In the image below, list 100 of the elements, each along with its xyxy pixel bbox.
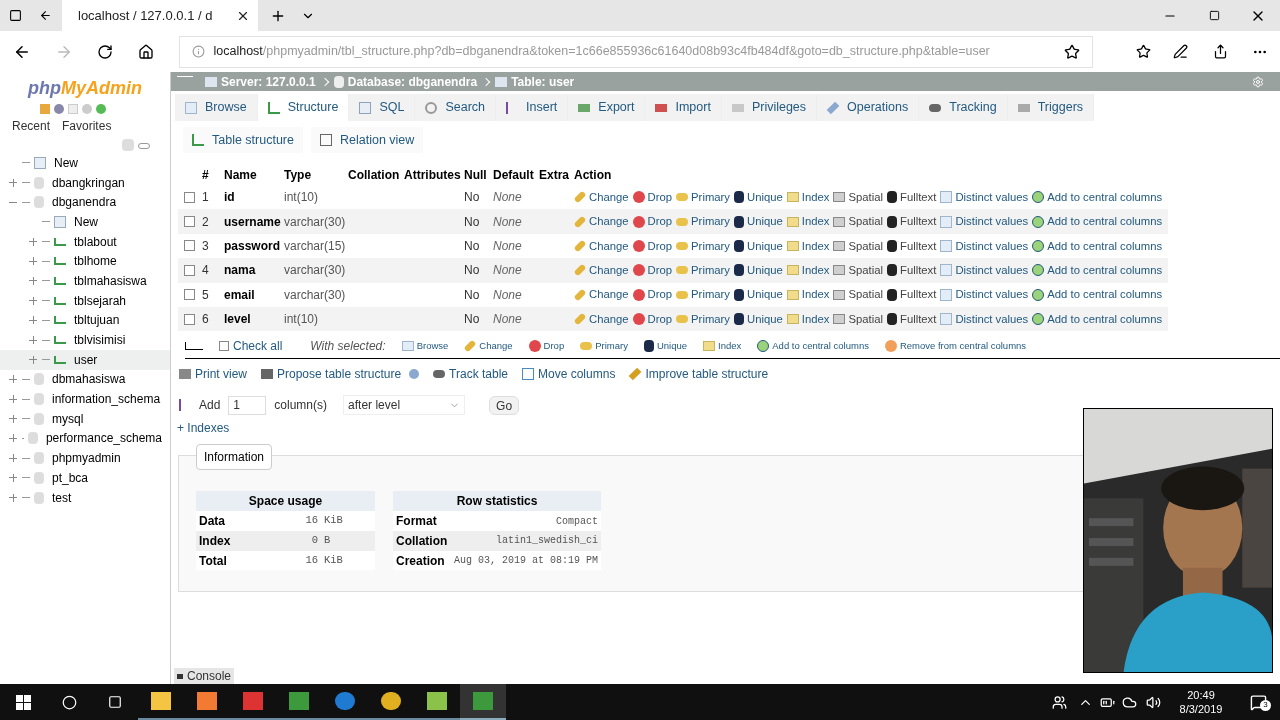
action-link[interactable]: Change (574, 188, 629, 206)
action-link[interactable]: Fulltext (887, 261, 937, 279)
tree-item[interactable]: pt_bca (0, 468, 170, 488)
tree-item[interactable]: test (0, 487, 170, 508)
expand-icon[interactable] (8, 394, 18, 405)
action-link[interactable]: Change (574, 286, 629, 304)
tree-item[interactable]: performance_schema (0, 428, 170, 449)
bulk-action-button[interactable]: Change (464, 338, 513, 353)
column-header[interactable]: Default (493, 166, 534, 184)
action-link[interactable]: Drop (632, 188, 673, 206)
action-link[interactable]: Primary (676, 213, 730, 231)
action-link[interactable]: Spatial (833, 213, 883, 231)
action-link[interactable]: Add to central columns (1032, 310, 1163, 328)
action-link[interactable]: Fulltext (887, 310, 937, 328)
action-link[interactable]: Index (786, 188, 830, 206)
action-link[interactable]: Unique (734, 237, 783, 255)
expand-icon[interactable] (28, 275, 38, 286)
action-link[interactable]: Primary (676, 310, 730, 328)
action-link[interactable]: Index (786, 237, 830, 255)
expand-icon[interactable] (28, 354, 38, 365)
tree-item[interactable]: tblhome (0, 251, 170, 272)
tree-item[interactable]: tblmahasiswa (0, 271, 170, 291)
browser-tab[interactable]: localhost / 127.0.0.1 / d (62, 0, 258, 31)
subtab[interactable]: Table structure (183, 127, 303, 153)
expand-icon[interactable] (28, 295, 38, 306)
action-link[interactable]: Unique (734, 213, 783, 231)
row-checkbox[interactable] (184, 191, 195, 203)
action-link[interactable]: Fulltext (887, 237, 937, 255)
row-checkbox[interactable] (184, 240, 195, 252)
address-field[interactable]: localhost/phpmyadmin/tbl_structure.php?db=dbganendra&token=1c66e855936c61640d08b93c4fb484df&goto=db_structure.php&table=user (179, 35, 1093, 68)
action-link[interactable]: Change (574, 237, 629, 255)
action-link[interactable]: Spatial (833, 188, 883, 206)
check-all-checkbox[interactable] (219, 340, 229, 351)
action-link[interactable]: Change (574, 310, 629, 328)
tree-item[interactable]: tblvisimisi (0, 330, 170, 350)
tab[interactable]: Privileges (721, 94, 818, 121)
expand-icon[interactable] (8, 413, 18, 424)
bulk-action-button[interactable]: Add to central columns (757, 338, 869, 353)
subtab[interactable]: Relation view (311, 127, 424, 153)
expand-icon[interactable] (8, 433, 18, 444)
action-link[interactable]: Drop (632, 286, 673, 304)
expand-icon[interactable] (8, 453, 18, 464)
action-link[interactable]: Spatial (833, 286, 883, 304)
action-link[interactable]: Spatial (833, 237, 883, 255)
action-link[interactable]: Index (786, 261, 830, 279)
action-link[interactable]: Add to central columns (1032, 286, 1163, 304)
tab[interactable]: Import (645, 94, 722, 121)
expand-icon[interactable] (28, 256, 38, 267)
action-link[interactable]: Unique (734, 261, 783, 279)
bulk-action-button[interactable]: Primary (580, 338, 628, 353)
action-link[interactable]: Add to central columns (1032, 261, 1163, 279)
action-link[interactable]: Change (574, 261, 629, 279)
column-header[interactable]: Type (284, 166, 312, 184)
action-link[interactable]: Add to central columns (1032, 188, 1163, 206)
action-link[interactable]: Index (786, 310, 830, 328)
tree-item[interactable]: dbmahasiswa (0, 369, 170, 390)
bulk-action-button[interactable]: Unique (643, 338, 688, 353)
expand-icon[interactable] (28, 315, 38, 326)
action-link[interactable]: Print view (179, 365, 247, 384)
tab[interactable]: Search (415, 94, 497, 121)
tree-item[interactable]: phpmyadmin (0, 448, 170, 468)
action-link[interactable]: Track table (433, 365, 508, 384)
position-dropdown[interactable]: after level (343, 395, 466, 416)
bulk-action-button[interactable]: Drop (528, 338, 565, 353)
tab[interactable]: Export (568, 94, 646, 121)
tree-item[interactable]: mysql (0, 408, 170, 429)
indexes-link[interactable]: + Indexes (177, 419, 230, 438)
tree-item[interactable]: dbganendra (0, 192, 170, 213)
action-link[interactable]: Index (786, 213, 830, 231)
action-link[interactable]: Spatial (833, 261, 883, 279)
sidebar-tab[interactable]: Recent (12, 117, 51, 135)
action-link[interactable]: Unique (734, 188, 783, 206)
action-link[interactable]: Fulltext (887, 213, 937, 231)
bulk-action-button[interactable]: Remove from central columns (884, 338, 1027, 353)
column-header[interactable]: Extra (539, 166, 570, 184)
tree-item[interactable]: dbangkringan (0, 172, 170, 193)
action-link[interactable]: Distinct values (940, 188, 1029, 206)
action-link[interactable]: Drop (632, 213, 673, 231)
clock[interactable]: 20:49 8/3/2019 (1166, 688, 1236, 716)
tab[interactable]: Operations (817, 94, 920, 121)
column-header[interactable]: Name (224, 166, 257, 184)
tree-item[interactable]: tblsejarah (0, 290, 170, 311)
action-link[interactable]: Change (574, 213, 629, 231)
row-checkbox[interactable] (184, 216, 195, 228)
action-link[interactable]: Drop (632, 310, 673, 328)
column-header[interactable]: Action (574, 166, 612, 184)
expand-icon[interactable] (8, 177, 18, 188)
action-link[interactable]: Propose table structure (261, 365, 420, 384)
tree-item[interactable]: tbltujuan (0, 310, 170, 331)
action-link[interactable]: Unique (734, 286, 783, 304)
expand-icon[interactable] (28, 335, 38, 346)
action-link[interactable]: Spatial (833, 310, 883, 328)
tree-item[interactable]: user (0, 349, 170, 370)
tree-item[interactable]: New (0, 212, 170, 232)
row-checkbox[interactable] (184, 313, 195, 325)
tree-item[interactable]: New (0, 153, 170, 173)
app-icon[interactable] (460, 684, 506, 720)
action-link[interactable]: Improve table structure (629, 365, 769, 384)
column-header[interactable]: Null (464, 166, 487, 184)
tree-item[interactable]: tblabout (0, 231, 170, 252)
